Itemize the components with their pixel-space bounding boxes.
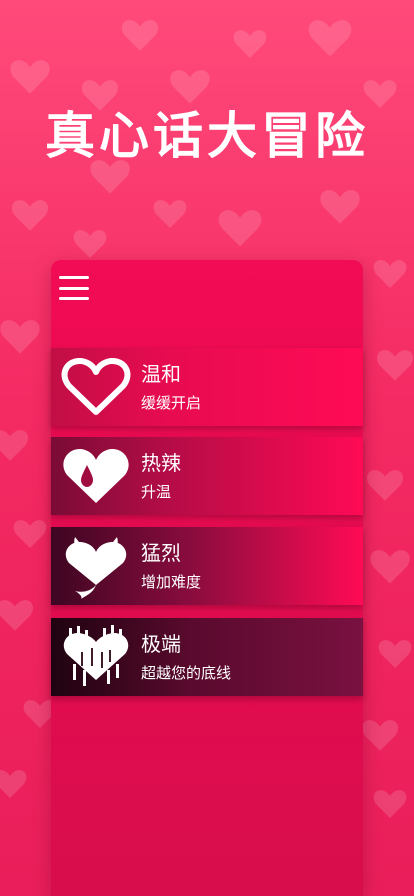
level-card-spicy[interactable]: 热辣 升温 (51, 437, 363, 515)
level-title: 热辣 (141, 451, 181, 475)
level-card-mild[interactable]: 温和 缓缓开启 (51, 348, 363, 426)
hamburger-menu-icon[interactable] (59, 276, 89, 300)
level-subtitle: 超越您的底线 (141, 664, 232, 682)
devil-heart-icon (51, 527, 141, 605)
level-title: 极端 (141, 632, 181, 656)
level-subtitle: 缓缓开启 (141, 394, 202, 412)
level-subtitle: 升温 (141, 483, 172, 501)
drop-heart-icon (51, 437, 141, 515)
level-title: 猛烈 (141, 541, 181, 565)
level-panel: 温和 缓缓开启 热辣 升温 猛烈 增加难度 极端 超越您的底线 (51, 260, 363, 896)
level-card-extreme[interactable]: 极端 超越您的底线 (51, 618, 363, 696)
outline-heart-icon (51, 348, 141, 426)
app-title: 真心话大冒险 (45, 107, 369, 165)
melting-heart-icon (51, 618, 141, 696)
level-subtitle: 增加难度 (141, 573, 202, 591)
level-title: 温和 (141, 362, 181, 386)
level-card-intense[interactable]: 猛烈 增加难度 (51, 527, 363, 605)
